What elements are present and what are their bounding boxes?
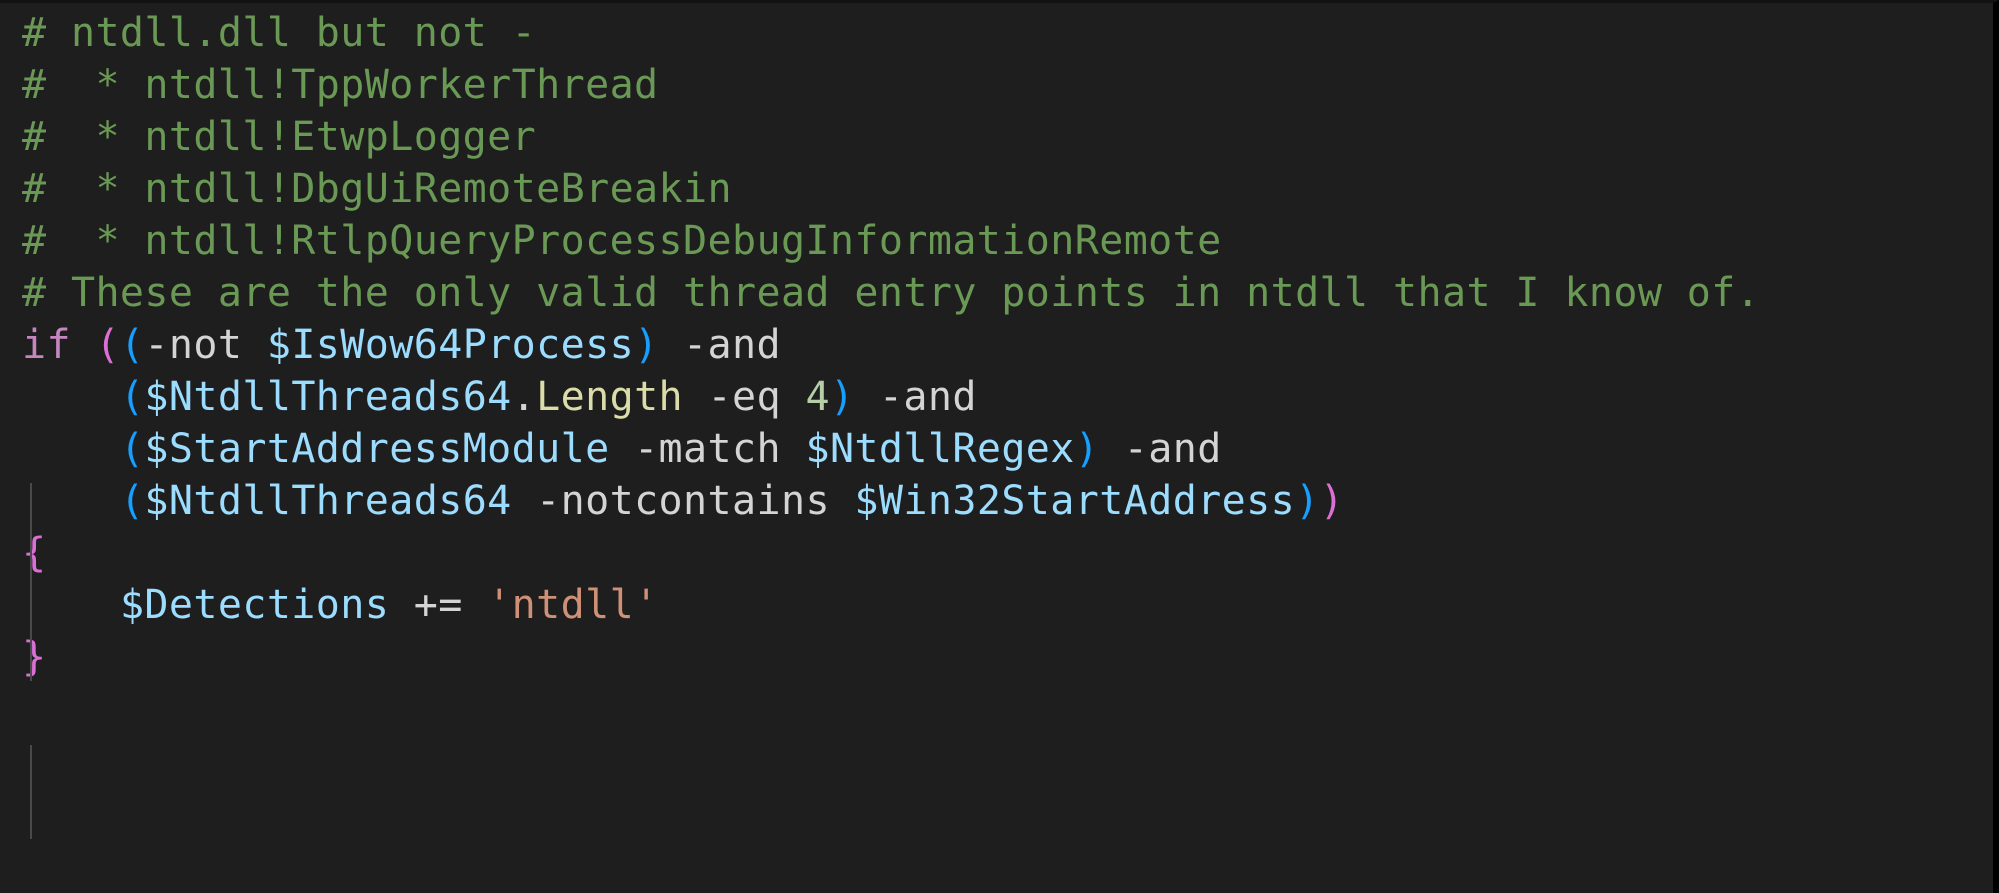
code-token: ) — [829, 374, 855, 420]
indent-guide-body — [30, 745, 32, 839]
code-token: $StartAddressModule — [144, 426, 610, 472]
code-editor-surface[interactable]: # ntdll.dll but not - # * ntdll!TppWorker… — [0, 0, 1999, 893]
code-token: # ntdll.dll but not - — [22, 10, 537, 56]
code-line[interactable]: # ntdll.dll but not - — [0, 7, 1993, 59]
code-line[interactable]: ($NtdllThreads64 -notcontains $Win32Star… — [0, 475, 1993, 527]
code-token: ) — [1074, 426, 1100, 472]
code-token: # * ntdll!DbgUiRemoteBreakin — [22, 166, 732, 212]
code-block[interactable]: # ntdll.dll but not - # * ntdll!TppWorker… — [0, 7, 1993, 683]
code-token: ) — [1295, 478, 1320, 524]
code-token: += — [413, 582, 463, 628]
code-token: $Win32StartAddress — [854, 478, 1296, 524]
code-token: ) — [1319, 478, 1345, 524]
code-token: ( — [119, 374, 145, 420]
code-token: $Detections — [119, 582, 390, 628]
code-token: { — [22, 530, 47, 576]
code-token: $NtdllThreads64 — [144, 478, 512, 524]
code-token: $NtdllRegex — [805, 426, 1075, 472]
code-line[interactable]: } — [0, 631, 1993, 683]
code-token: ) — [634, 322, 659, 368]
code-token: ( — [95, 322, 120, 368]
code-line[interactable]: # * ntdll!EtwpLogger — [0, 111, 1993, 163]
code-token: ( — [119, 478, 145, 524]
code-token: . — [511, 374, 537, 420]
code-line[interactable]: if ((-not $IsWow64Process) -and — [0, 319, 1993, 371]
code-line[interactable]: # * ntdll!RtlpQueryProcessDebugInformati… — [0, 215, 1993, 267]
code-token: } — [22, 634, 47, 680]
code-token: # These are the only valid thread entry … — [22, 270, 1761, 316]
code-token: -and — [1123, 426, 1222, 472]
code-line[interactable]: $Detections += 'ntdll' — [0, 579, 1993, 631]
code-token: Length — [536, 374, 684, 420]
indent-guide-condition — [30, 483, 32, 681]
code-line[interactable]: ($NtdllThreads64.Length -eq 4) -and — [0, 371, 1993, 423]
code-token: ( — [119, 426, 145, 472]
code-token: -and — [683, 322, 781, 368]
code-token: # * ntdll!RtlpQueryProcessDebugInformati… — [22, 218, 1222, 264]
code-token: -notcontains — [536, 478, 830, 524]
code-line[interactable]: # * ntdll!DbgUiRemoteBreakin — [0, 163, 1993, 215]
code-token: -not — [144, 322, 243, 368]
code-line[interactable]: # * ntdll!TppWorkerThread — [0, 59, 1993, 111]
code-token: 'ntdll' — [487, 582, 659, 628]
code-token: if — [22, 322, 71, 368]
code-line[interactable]: # These are the only valid thread entry … — [0, 267, 1993, 319]
code-token: -eq — [707, 374, 781, 420]
code-token: ( — [119, 322, 145, 368]
code-token: 4 — [805, 374, 830, 420]
code-token: -match — [634, 426, 781, 472]
code-token: $IsWow64Process — [266, 322, 635, 368]
code-line[interactable]: ($StartAddressModule -match $NtdllRegex)… — [0, 423, 1993, 475]
code-token: # * ntdll!EtwpLogger — [22, 114, 537, 160]
code-token: -and — [878, 374, 977, 420]
code-token: # * ntdll!TppWorkerThread — [22, 62, 659, 108]
code-token: $NtdllThreads64 — [144, 374, 512, 420]
code-line[interactable]: { — [0, 527, 1993, 579]
